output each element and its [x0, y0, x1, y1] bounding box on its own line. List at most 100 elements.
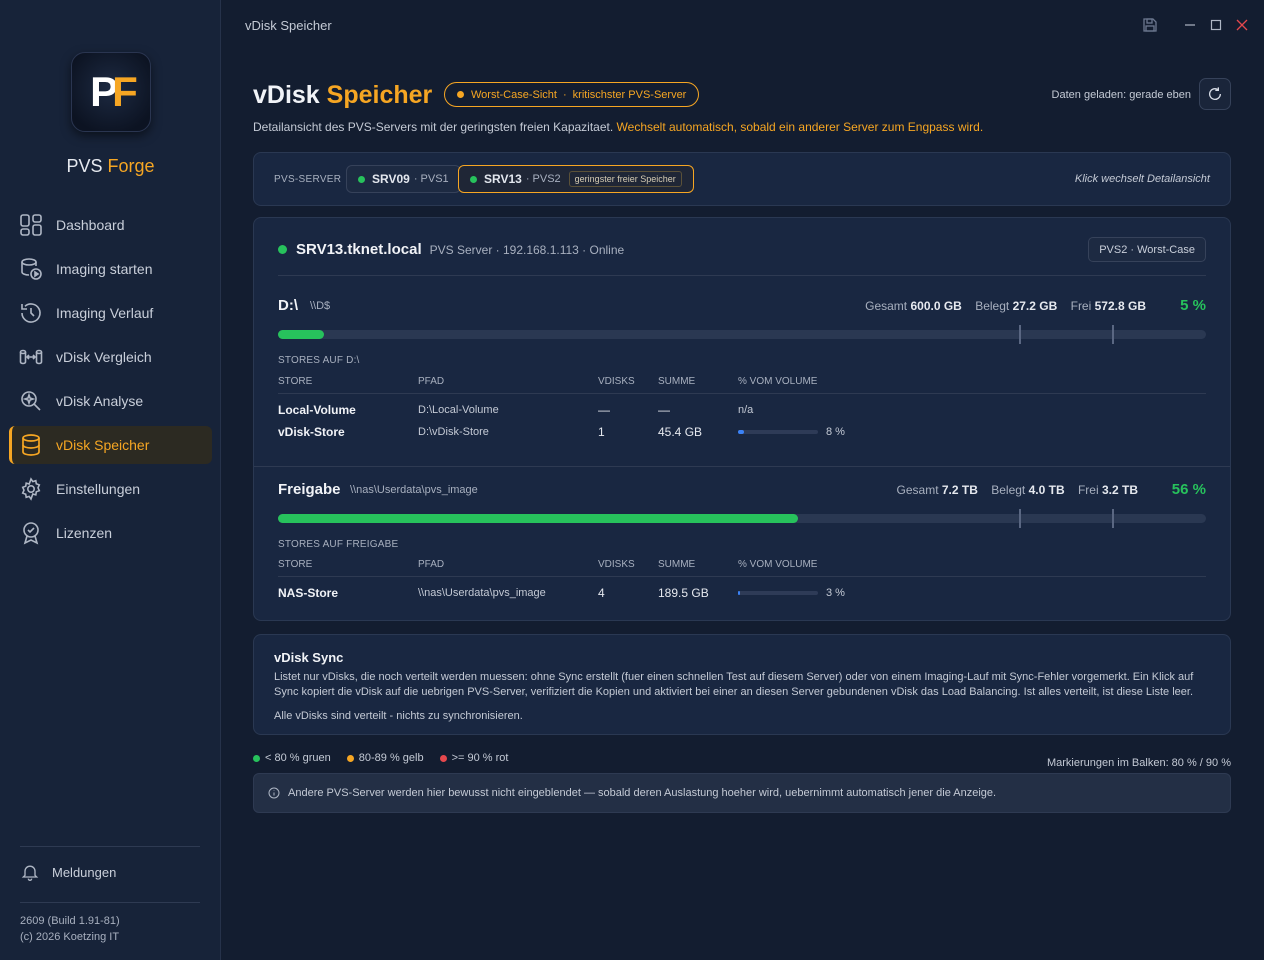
legend-dot	[439, 754, 447, 762]
info-box: Andere PVS-Server werden hier bewusst ni…	[253, 773, 1231, 813]
legend-item-yellow: 80-89 % gelb	[346, 752, 424, 764]
page-subtitle: Detailansicht des PVS-Servers mit der ge…	[253, 120, 983, 134]
close-button[interactable]	[1233, 16, 1251, 34]
column-header-pfad: PFAD	[418, 559, 445, 570]
marker-90	[1112, 325, 1115, 344]
history-icon	[18, 300, 44, 326]
badge-text-1: Worst-Case-Sicht	[471, 88, 557, 101]
data-loaded-status: Daten geladen: gerade eben	[1051, 89, 1191, 101]
sidebar-item-label: Imaging Verlauf	[56, 305, 154, 321]
worst-case-badge: Worst-Case-Sicht · kritischster PVS-Serv…	[444, 82, 700, 107]
stores-section-label: STORES AUF FREIGABE	[278, 539, 399, 550]
store-path: \\nas\Userdata\pvs_image	[418, 587, 546, 599]
volume-path: \\D$	[310, 300, 331, 312]
store-pct: n/a	[738, 404, 754, 416]
subtitle-text: Detailansicht des PVS-Servers mit der ge…	[253, 120, 614, 134]
maximize-button[interactable]	[1207, 16, 1225, 34]
marker-90	[1112, 509, 1115, 528]
sidebar-nav: Dashboard Imaging starten Imaging Verlau…	[9, 206, 212, 558]
volume-stats: Gesamt 7.2 TB Belegt 4.0 TB Frei 3.2 TB	[896, 483, 1138, 497]
stores-section-label: STORES AUF D:\	[278, 355, 360, 366]
worst-case-server-badge: PVS2 · Worst-Case	[1088, 237, 1206, 262]
lowest-free-tag: geringster freier Speicher	[568, 171, 682, 187]
store-summe: 189.5 GB	[658, 586, 709, 600]
host-row: SRV13.tknet.local PVS Server · 192.168.1…	[278, 241, 624, 258]
notifications-button[interactable]: Meldungen	[20, 862, 116, 882]
bell-icon	[20, 862, 40, 882]
sidebar-item-label: vDisk Analyse	[56, 393, 144, 409]
column-header-vdisks: VDISKS	[598, 376, 635, 387]
server-pill-srv09[interactable]: SRV09 · PVS1	[346, 165, 461, 193]
title-bar: vDisk Speicher	[221, 0, 1264, 50]
badge-text-2: kritischster PVS-Server	[572, 88, 687, 101]
store-pct: 3 %	[826, 587, 845, 599]
server-selector-label: PVS-SERVER	[274, 174, 342, 185]
brand-name: PVS Forge	[0, 156, 221, 177]
column-header-store: STORE	[278, 559, 313, 570]
divider	[278, 393, 1206, 394]
sidebar-item-vdisk-vergleich[interactable]: vDisk Vergleich	[9, 338, 212, 376]
store-path: D:\vDisk-Store	[418, 426, 489, 438]
gear-icon	[18, 476, 44, 502]
sidebar-item-label: Einstellungen	[56, 481, 141, 497]
brand-name-part2: Forge	[107, 156, 155, 176]
store-name: Local-Volume	[278, 403, 356, 417]
refresh-icon	[1209, 87, 1222, 100]
sidebar-item-einstellungen[interactable]: Einstellungen	[9, 470, 212, 508]
server-name: SRV13	[484, 172, 522, 186]
volume-usage-fill	[278, 514, 798, 523]
badge-separator: ·	[562, 88, 567, 101]
copyright-text: (c) 2026 Koetzing IT	[20, 931, 120, 943]
sync-description: Listet nur vDisks, die noch verteilt wer…	[274, 671, 1194, 698]
vdisk-sync-card: vDisk Sync Listet nur vDisks, die noch v…	[253, 634, 1231, 735]
sidebar-item-vdisk-speicher[interactable]: vDisk Speicher	[9, 426, 212, 464]
store-vdisks: 4	[598, 586, 605, 600]
save-icon[interactable]	[1141, 16, 1159, 34]
refresh-button[interactable]	[1199, 78, 1231, 110]
markings-note: Markierungen im Balken: 80 % / 90 %	[1046, 757, 1231, 769]
server-detail-card: SRV13.tknet.local PVS Server · 192.168.1…	[253, 217, 1231, 621]
sidebar-item-label: vDisk Speicher	[56, 437, 150, 453]
sidebar-item-label: vDisk Vergleich	[56, 349, 152, 365]
store-pct-bar	[738, 591, 818, 595]
sidebar-item-label: Dashboard	[56, 217, 125, 233]
server-pill-srv13[interactable]: SRV13 · PVS2 geringster freier Speicher	[458, 165, 694, 193]
color-legend: < 80 % gruen 80-89 % gelb >= 90 % rot	[253, 752, 524, 764]
store-name: NAS-Store	[278, 586, 339, 600]
sidebar-item-lizenzen[interactable]: Lizenzen	[9, 514, 212, 552]
sync-title: vDisk Sync	[274, 650, 344, 665]
marker-80	[1019, 325, 1022, 344]
analyze-icon	[18, 388, 44, 414]
volume-usage-bar	[278, 509, 1206, 528]
host-meta: PVS Server · 192.168.1.113 · Online	[429, 242, 625, 257]
volume-name: Freigabe	[278, 481, 341, 498]
sidebar-item-imaging-verlauf[interactable]: Imaging Verlauf	[9, 294, 212, 332]
sidebar-item-imaging-starten[interactable]: Imaging starten	[9, 250, 212, 288]
volume-usage-bar	[278, 325, 1206, 344]
version-text: 2609 (Build 1.91-81)	[20, 915, 120, 927]
sidebar-item-label: Lizenzen	[56, 525, 113, 541]
sidebar-item-vdisk-analyse[interactable]: vDisk Analyse	[9, 382, 212, 420]
legend-dot	[253, 754, 260, 762]
server-sub: · PVS1	[413, 173, 449, 185]
divider	[278, 275, 1206, 276]
store-pct: 8 %	[826, 426, 845, 438]
volume-used-percent: 56 %	[1171, 481, 1206, 498]
store-path: D:\Local-Volume	[418, 404, 499, 416]
brand-name-part1: PVS	[66, 156, 103, 176]
page-title-part1: vDisk	[253, 81, 320, 109]
store-summe: —	[658, 403, 670, 417]
sidebar-divider	[20, 902, 200, 903]
volume-used-percent: 5 %	[1180, 297, 1206, 314]
sync-status: Alle vDisks sind verteilt - nichts zu sy…	[274, 710, 523, 722]
page-title-part2: Speicher	[326, 81, 433, 109]
volume-name: D:\	[278, 297, 298, 314]
subtitle-accent: Wechselt automatisch, sobald ein anderer…	[616, 120, 984, 134]
store-vdisks: —	[598, 403, 610, 417]
volume-usage-fill	[278, 330, 325, 339]
version-info: 2609 (Build 1.91-81) (c) 2026 Koetzing I…	[20, 913, 120, 945]
sidebar-item-dashboard[interactable]: Dashboard	[9, 206, 212, 244]
divider	[254, 466, 1230, 467]
minimize-button[interactable]	[1181, 16, 1199, 34]
info-text: Andere PVS-Server werden hier bewusst ni…	[288, 787, 997, 799]
